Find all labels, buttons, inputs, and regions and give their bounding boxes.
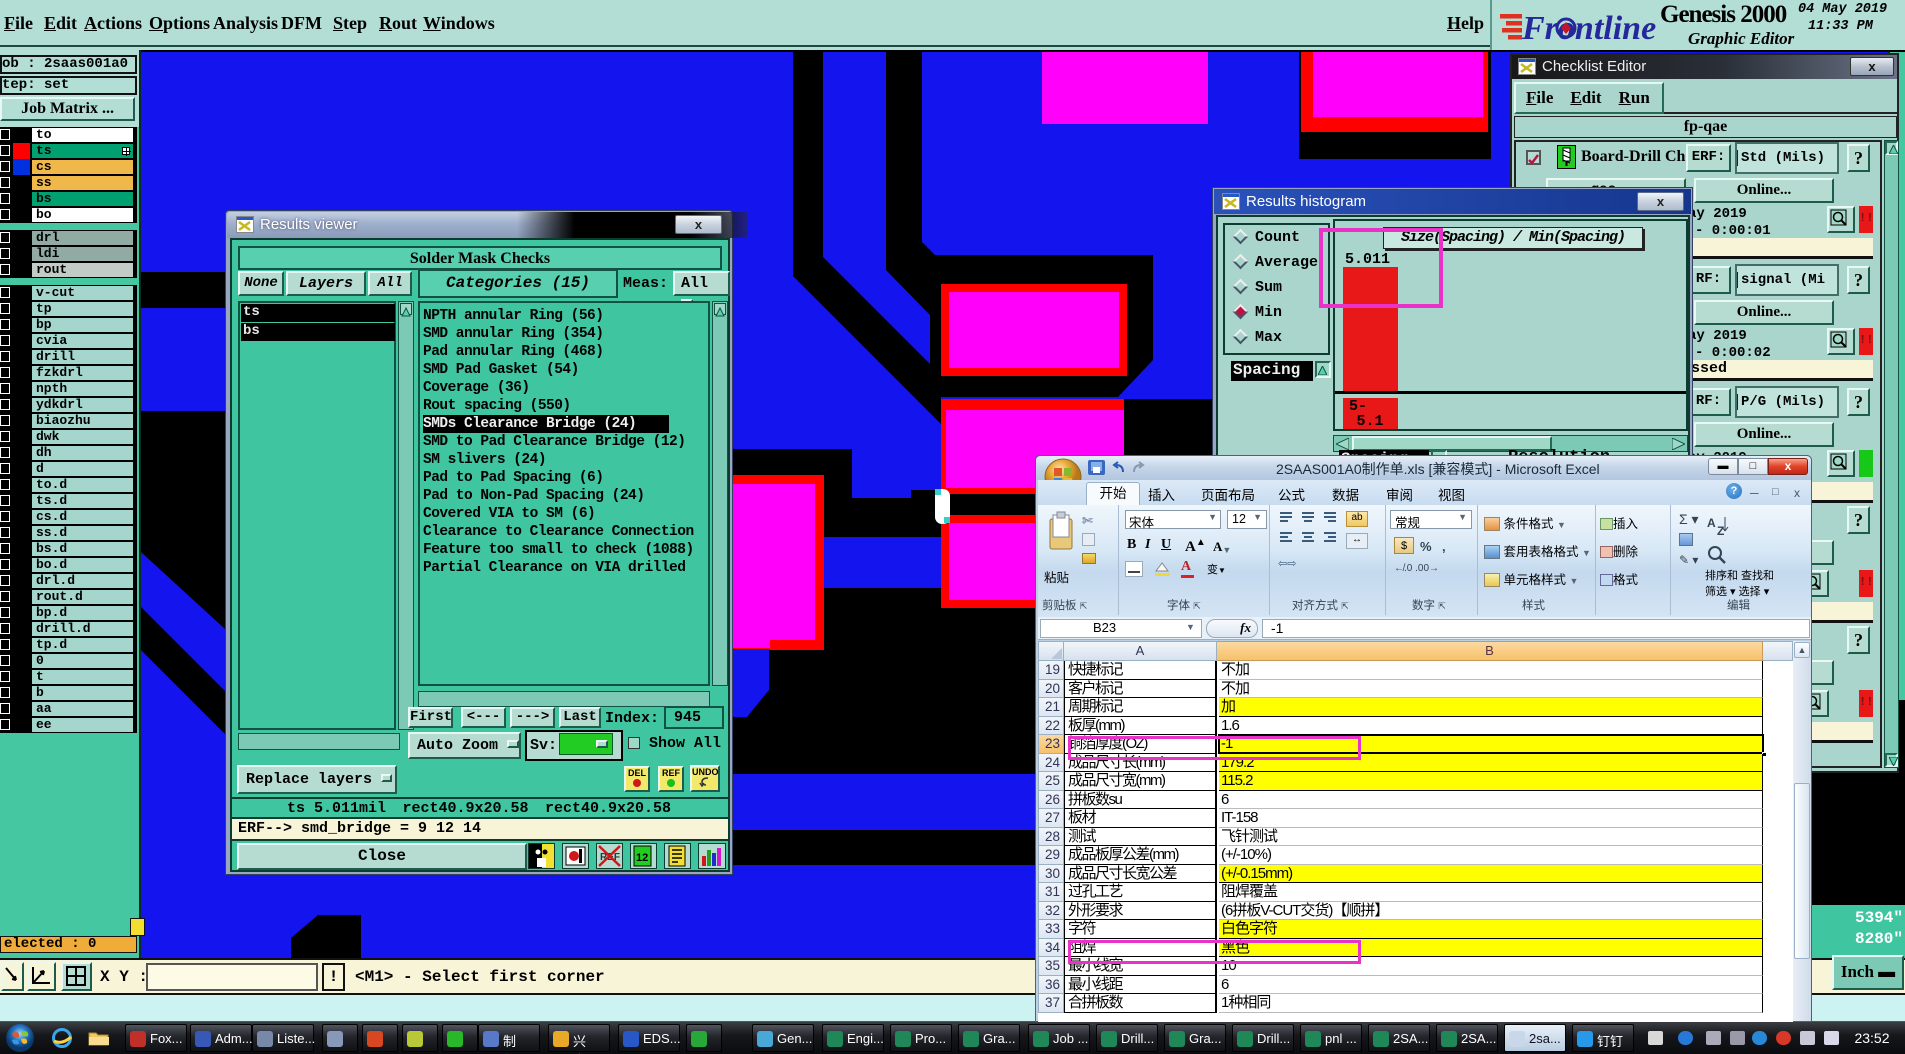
- svg-text:Z: Z: [1717, 524, 1724, 538]
- svg-text:A: A: [1707, 516, 1716, 530]
- svg-text:Frontline: Frontline: [1521, 10, 1656, 46]
- svg-text:12: 12: [636, 852, 648, 864]
